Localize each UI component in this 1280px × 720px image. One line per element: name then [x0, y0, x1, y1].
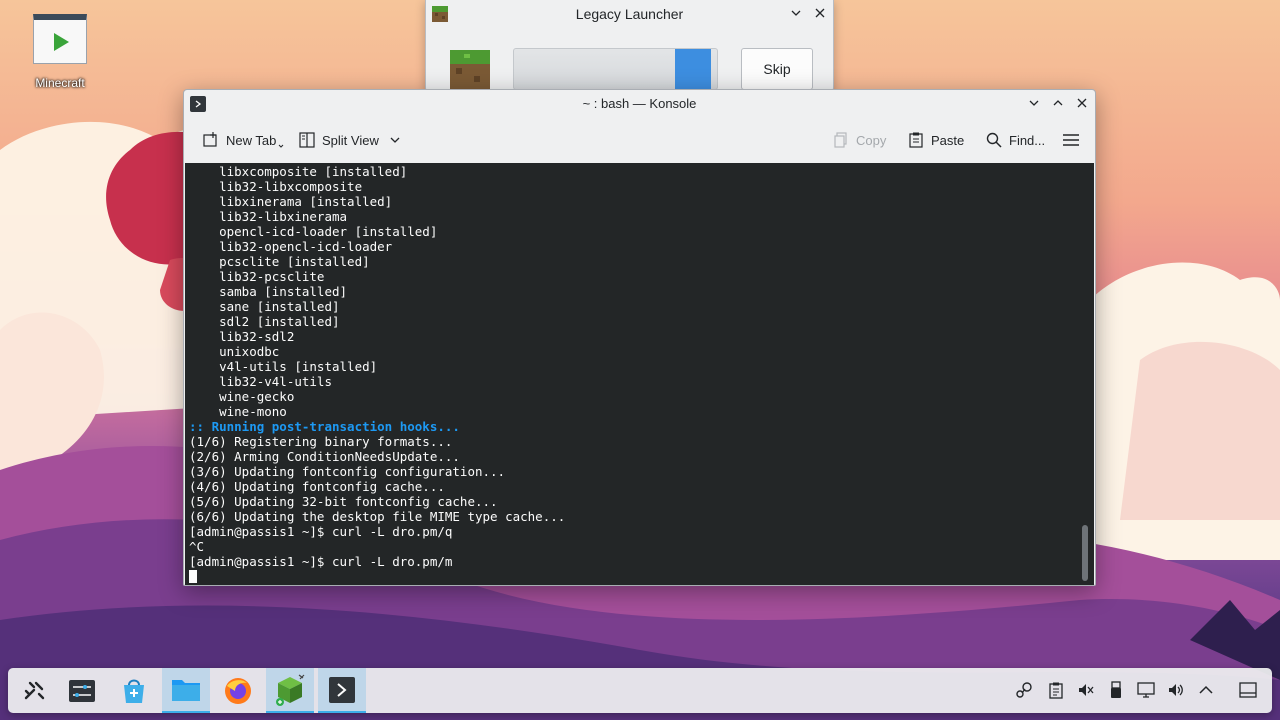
legacy-launcher-window: Legacy Launcher Skip [425, 0, 834, 92]
terminal-scrollbar[interactable] [1082, 525, 1088, 581]
copy-label: Copy [856, 132, 887, 148]
terminal-line: (5/6) Updating 32-bit fontconfig cache..… [189, 494, 498, 509]
new-tab-icon [203, 132, 217, 147]
discover-store-icon [124, 679, 144, 703]
split-view-button[interactable]: Split View [298, 128, 401, 152]
new-tab-button[interactable]: New Tab [202, 128, 284, 152]
terminal-line: sdl2 [installed] [189, 314, 340, 329]
terminal-line: (1/6) Registering binary formats... [189, 434, 453, 449]
close-icon[interactable] [813, 6, 827, 20]
terminal-view[interactable]: libxcomposite [installed] lib32-libxcomp… [185, 163, 1094, 585]
launch-progress-bar [513, 48, 718, 90]
steam-icon[interactable] [1014, 680, 1034, 700]
task-konsole[interactable] [318, 668, 366, 713]
paste-icon [909, 132, 923, 148]
minecraft-logo-icon [446, 44, 494, 92]
launch-progress-fill [675, 49, 711, 89]
volume-muted-icon[interactable] [1076, 680, 1096, 700]
usb-device-icon[interactable] [1106, 680, 1126, 700]
system-settings-icon [69, 679, 95, 702]
terminal-line: wine-gecko [189, 389, 295, 404]
task-file-manager[interactable] [162, 668, 210, 713]
terminal-line: lib32-libxcomposite [189, 179, 363, 194]
task-discover[interactable] [110, 668, 158, 713]
file-manager-icon [172, 679, 200, 701]
terminal-line: lib32-sdl2 [189, 329, 295, 344]
terminal-line: samba [installed] [189, 284, 348, 299]
task-application-launcher[interactable] [10, 668, 58, 713]
tray-expand-icon[interactable] [1196, 680, 1216, 700]
terminal-cursor-line [189, 569, 565, 584]
terminal-line: wine-mono [189, 404, 287, 419]
konsole-toolbar: New Tab Split View Copy Paste Find... [184, 118, 1095, 162]
terminal-line: [admin@passis1 ~]$ curl -L dro.pm/q [189, 524, 453, 539]
split-view-label: Split View [322, 132, 379, 148]
task-system-settings[interactable] [58, 668, 106, 713]
play-icon [33, 14, 87, 64]
terminal-line: lib32-v4l-utils [189, 374, 332, 389]
volume-icon[interactable] [1166, 680, 1186, 700]
display-icon[interactable] [1136, 680, 1156, 700]
launcher-title: Legacy Launcher [575, 6, 684, 22]
chevron-down-icon [390, 137, 400, 143]
terminal-line: lib32-pcsclite [189, 269, 325, 284]
chevron-down-icon [278, 144, 284, 148]
terminal-line: (4/6) Updating fontconfig cache... [189, 479, 445, 494]
copy-button[interactable]: Copy [832, 128, 886, 152]
desktop-icon-minecraft[interactable]: Minecraft [22, 14, 98, 90]
task-firefox[interactable] [214, 668, 262, 713]
terminal-line: sane [installed] [189, 299, 340, 314]
show-desktop-icon[interactable] [1238, 680, 1258, 700]
terminal-line: ^C [189, 539, 205, 554]
find-label: Find... [1009, 132, 1046, 148]
desktop-icon-label: Minecraft [35, 76, 85, 90]
terminal-line: (2/6) Arming ConditionNeedsUpdate... [189, 449, 460, 464]
konsole-titlebar[interactable]: ~ : bash — Konsole [184, 90, 1095, 118]
terminal-cursor [189, 570, 197, 583]
terminal-line: unixodbc [189, 344, 280, 359]
maximize-icon[interactable] [1051, 96, 1065, 110]
terminal-line: pcsclite [installed] [189, 254, 370, 269]
task-minecraft-launcher[interactable] [266, 668, 314, 713]
firefox-icon [225, 677, 251, 704]
konsole-title: ~ : bash — Konsole [582, 96, 697, 111]
terminal-line: v4l-utils [installed] [189, 359, 378, 374]
terminal-line: (6/6) Updating the desktop file MIME typ… [189, 509, 566, 524]
search-icon [986, 132, 1002, 148]
paste-label: Paste [931, 132, 965, 148]
terminal-line: opencl-icd-loader [installed] [189, 224, 438, 239]
hamburger-menu-icon[interactable] [1062, 128, 1080, 152]
copy-icon [834, 132, 847, 148]
terminal-line: (3/6) Updating fontconfig configuration.… [189, 464, 506, 479]
terminal-line: libxinerama [installed] [189, 194, 393, 209]
terminal-output: libxcomposite [installed] lib32-libxcomp… [189, 164, 565, 584]
application-launcher-icon [24, 681, 45, 699]
close-icon[interactable] [1075, 96, 1089, 110]
terminal-line: [admin@passis1 ~]$ curl -L dro.pm/m [189, 554, 453, 569]
taskbar [8, 668, 1272, 713]
new-tab-label: New Tab [226, 132, 277, 148]
find-button[interactable]: Find... [985, 128, 1045, 152]
minecraft-launcher-icon [276, 674, 305, 706]
terminal-line: :: Running post-transaction hooks... [189, 419, 460, 434]
skip-button[interactable]: Skip [741, 48, 813, 90]
split-view-icon [299, 132, 315, 148]
paste-button[interactable]: Paste [907, 128, 964, 152]
minimize-icon[interactable] [1027, 96, 1041, 110]
terminal-line: lib32-opencl-icd-loader [189, 239, 393, 254]
minimize-icon[interactable] [789, 6, 803, 20]
launcher-titlebar[interactable]: Legacy Launcher [426, 0, 833, 30]
konsole-icon [329, 676, 355, 703]
konsole-window: ~ : bash — Konsole New Tab Split View Co… [183, 89, 1096, 586]
clipboard-icon[interactable] [1046, 680, 1066, 700]
terminal-line: libxcomposite [installed] [189, 164, 408, 179]
terminal-line: lib32-libxinerama [189, 209, 348, 224]
